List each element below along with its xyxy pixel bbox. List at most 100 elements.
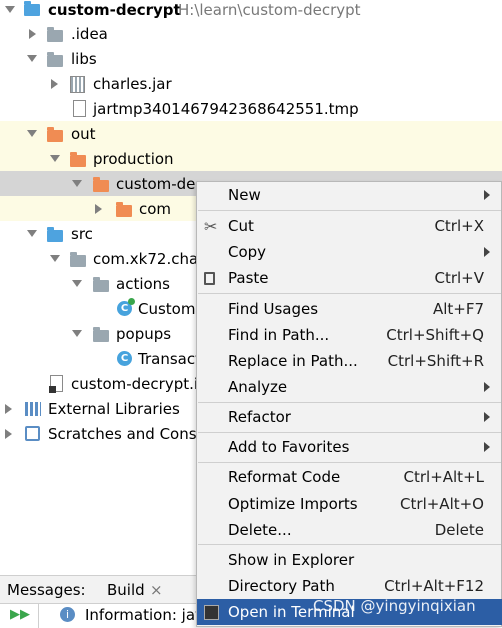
tree-item-label: production bbox=[93, 149, 174, 168]
menu-item-label: Cut bbox=[228, 217, 254, 235]
menu-item-label: Copy bbox=[228, 243, 267, 261]
project-path: H:\learn\custom-decrypt bbox=[178, 0, 361, 19]
tree-item-label: jartmp3401467942368642551.tmp bbox=[93, 99, 359, 118]
expand-arrow-icon[interactable] bbox=[27, 55, 37, 62]
tree-row-charles-jar[interactable]: charles.jar bbox=[0, 71, 502, 96]
folder-icon bbox=[47, 52, 63, 67]
library-icon bbox=[25, 402, 41, 416]
shortcut: Ctrl+X bbox=[434, 217, 484, 235]
package-icon bbox=[93, 277, 109, 292]
menu-item-label: Replace in Path... bbox=[228, 352, 358, 370]
scratches-icon bbox=[25, 426, 40, 441]
excluded-folder-icon bbox=[70, 152, 86, 167]
tree-item-label: popups bbox=[116, 324, 172, 343]
expand-arrow-icon[interactable] bbox=[5, 6, 15, 13]
expand-arrow-icon[interactable] bbox=[27, 130, 37, 137]
submenu-arrow-icon bbox=[484, 382, 490, 392]
menu-item-label: Reformat Code bbox=[228, 468, 341, 486]
tree-item-label: actions bbox=[116, 274, 170, 293]
menu-item-label: Add to Favorites bbox=[228, 438, 350, 456]
tree-item-label: com bbox=[139, 199, 172, 218]
folder-icon bbox=[47, 27, 63, 42]
package-icon bbox=[70, 252, 86, 267]
tree-item-label: libs bbox=[71, 49, 97, 68]
menu-item-show-in-explorer[interactable]: Show in Explorer bbox=[197, 547, 502, 573]
menu-item-cut[interactable]: ✂ Cut Ctrl+X bbox=[197, 213, 502, 239]
tree-row-root[interactable]: custom-decrypt H:\learn\custom-decrypt bbox=[0, 0, 502, 22]
tree-item-label: custom-de bbox=[116, 174, 196, 193]
expand-arrow-icon[interactable] bbox=[50, 255, 60, 262]
jar-icon bbox=[70, 76, 85, 93]
menu-item-delete[interactable]: Delete... Delete bbox=[197, 517, 502, 543]
collapse-arrow-icon[interactable] bbox=[95, 203, 102, 214]
tree-item-label: External Libraries bbox=[48, 399, 180, 418]
menu-item-label: New bbox=[228, 186, 261, 204]
shortcut: Delete bbox=[434, 521, 484, 539]
menu-item-new[interactable]: New bbox=[197, 182, 502, 208]
tree-row-production[interactable]: production bbox=[0, 146, 502, 171]
class-icon: C bbox=[117, 298, 135, 316]
menu-item-label: Find Usages bbox=[228, 300, 319, 318]
tree-row-idea[interactable]: .idea bbox=[0, 21, 502, 46]
menu-separator bbox=[198, 210, 501, 211]
info-icon: i bbox=[60, 607, 75, 622]
tree-item-label: Scratches and Conso bbox=[48, 424, 206, 443]
class-icon: C bbox=[117, 351, 132, 366]
expand-arrow-icon[interactable] bbox=[72, 330, 82, 337]
close-icon[interactable]: × bbox=[150, 581, 163, 599]
shortcut: Ctrl+Alt+L bbox=[403, 468, 485, 486]
menu-item-label: Analyze bbox=[228, 378, 288, 396]
tree-item-label: src bbox=[71, 224, 93, 243]
menu-item-reformat-code[interactable]: Reformat Code Ctrl+Alt+L bbox=[197, 464, 502, 490]
menu-item-open-in-terminal[interactable]: Open in Terminal bbox=[197, 599, 502, 625]
menu-item-label: Refactor bbox=[228, 408, 291, 426]
clipboard-icon bbox=[204, 271, 215, 285]
tree-item-label: .idea bbox=[71, 24, 108, 43]
message-text: Information: jav bbox=[85, 606, 204, 624]
expand-arrow-icon[interactable] bbox=[72, 180, 82, 187]
tree-row-out[interactable]: out bbox=[0, 121, 502, 146]
tree-item-label: out bbox=[71, 124, 96, 143]
tab-build[interactable]: Build bbox=[107, 581, 145, 599]
menu-item-label: Show in Explorer bbox=[228, 551, 355, 569]
scissors-icon: ✂ bbox=[204, 216, 218, 236]
expand-arrow-icon[interactable] bbox=[50, 155, 60, 162]
menu-item-directory-path[interactable]: Directory Path Ctrl+Alt+F12 bbox=[197, 573, 502, 599]
tree-item-label: Custom bbox=[138, 299, 196, 318]
menu-separator bbox=[198, 462, 501, 463]
collapse-arrow-icon[interactable] bbox=[29, 28, 36, 39]
collapse-arrow-icon[interactable] bbox=[5, 428, 12, 439]
tree-row-libs[interactable]: libs bbox=[0, 46, 502, 71]
menu-separator bbox=[198, 544, 501, 545]
submenu-arrow-icon bbox=[484, 412, 490, 422]
shortcut: Ctrl+Shift+Q bbox=[386, 326, 484, 344]
shortcut: Ctrl+Alt+F12 bbox=[384, 577, 484, 595]
expand-arrow-icon[interactable] bbox=[27, 230, 37, 237]
tree-item-label: charles.jar bbox=[93, 74, 172, 93]
menu-item-label: Directory Path bbox=[228, 577, 335, 595]
menu-item-label: Open in Terminal bbox=[228, 603, 355, 621]
module-file-icon bbox=[49, 375, 63, 393]
menu-item-replace-in-path[interactable]: Replace in Path... Ctrl+Shift+R bbox=[197, 348, 502, 374]
menu-item-find-in-path[interactable]: Find in Path... Ctrl+Shift+Q bbox=[197, 322, 502, 348]
menu-item-label: Optimize Imports bbox=[228, 495, 358, 513]
expand-arrow-icon[interactable] bbox=[72, 280, 82, 287]
project-name: custom-decrypt bbox=[48, 0, 181, 19]
tree-row-jartmp[interactable]: jartmp3401467942368642551.tmp bbox=[0, 96, 502, 121]
module-folder-icon bbox=[24, 1, 40, 16]
package-icon bbox=[93, 327, 109, 342]
menu-item-label: Delete... bbox=[228, 521, 292, 539]
terminal-icon bbox=[204, 604, 219, 620]
menu-item-optimize-imports[interactable]: Optimize Imports Ctrl+Alt+O bbox=[197, 491, 502, 517]
shortcut: Ctrl+V bbox=[434, 269, 484, 287]
menu-item-copy[interactable]: Copy bbox=[197, 239, 502, 265]
menu-item-paste[interactable]: Paste Ctrl+V bbox=[197, 265, 502, 291]
rerun-icon[interactable]: ▶▶ bbox=[10, 607, 30, 622]
collapse-arrow-icon[interactable] bbox=[51, 78, 58, 89]
menu-item-refactor[interactable]: Refactor bbox=[197, 404, 502, 430]
menu-item-add-to-favorites[interactable]: Add to Favorites bbox=[197, 434, 502, 460]
menu-item-analyze[interactable]: Analyze bbox=[197, 374, 502, 400]
collapse-arrow-icon[interactable] bbox=[5, 403, 12, 414]
menu-item-find-usages[interactable]: Find Usages Alt+F7 bbox=[197, 296, 502, 322]
menu-item-label: Paste bbox=[228, 269, 269, 287]
